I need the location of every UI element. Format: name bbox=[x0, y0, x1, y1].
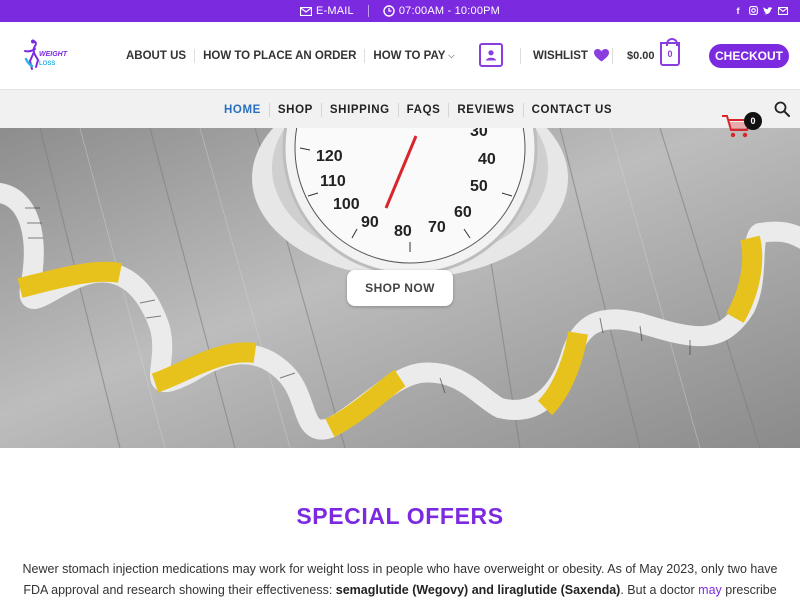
svg-text:120: 120 bbox=[316, 148, 343, 165]
nav-how-to-pay-label: HOW TO PAY bbox=[373, 50, 446, 62]
cart-count: 0 bbox=[667, 49, 673, 59]
site-logo[interactable]: WEIGHT LOSS bbox=[22, 39, 72, 73]
shop-now-button[interactable]: SHOP NOW bbox=[347, 270, 453, 306]
heart-icon bbox=[593, 49, 609, 62]
checkout-button[interactable]: CHECKOUT bbox=[709, 44, 789, 68]
svg-text:LOSS: LOSS bbox=[39, 61, 55, 67]
hours-label: 07:00AM - 10:00PM bbox=[398, 5, 501, 17]
cart-bag-icon[interactable]: 0 bbox=[660, 38, 680, 66]
nav-divider bbox=[268, 103, 270, 117]
main-nav: ABOUT US HOW TO PLACE AN ORDER HOW TO PA… bbox=[126, 49, 454, 63]
svg-text:60: 60 bbox=[454, 204, 472, 221]
header-divider bbox=[520, 48, 521, 64]
nav-faqs[interactable]: FAQS bbox=[407, 104, 441, 116]
offers-paragraph: Newer stomach injection medications may … bbox=[10, 559, 790, 600]
header-divider bbox=[612, 48, 613, 64]
clock-icon bbox=[383, 5, 395, 17]
envelope-icon bbox=[299, 6, 312, 16]
facebook-icon[interactable]: f bbox=[733, 5, 743, 16]
offers-link-may[interactable]: may bbox=[698, 583, 722, 597]
svg-text:90: 90 bbox=[361, 214, 379, 231]
svg-text:50: 50 bbox=[470, 178, 488, 195]
offers-drug-names: semaglutide (Wegovy) and liraglutide (Sa… bbox=[335, 583, 621, 597]
twitter-icon[interactable] bbox=[763, 5, 773, 16]
email-link[interactable]: E-MAIL bbox=[299, 5, 354, 17]
svg-text:70: 70 bbox=[428, 219, 446, 236]
user-icon bbox=[486, 50, 496, 61]
nav-divider bbox=[364, 49, 366, 63]
nav-divider bbox=[448, 103, 450, 117]
svg-text:40: 40 bbox=[478, 151, 496, 168]
cart-total[interactable]: $0.00 bbox=[627, 50, 655, 62]
top-bar: E-MAIL 07:00AM - 10:00PM f bbox=[0, 0, 800, 22]
opening-hours: 07:00AM - 10:00PM bbox=[383, 5, 500, 17]
svg-text:WEIGHT: WEIGHT bbox=[39, 51, 68, 58]
topbar-divider bbox=[367, 5, 369, 17]
wishlist-link[interactable]: WISHLIST bbox=[533, 49, 609, 62]
svg-text:110: 110 bbox=[320, 173, 346, 190]
nav-divider bbox=[397, 103, 399, 117]
nav-home[interactable]: HOME bbox=[224, 104, 261, 116]
nav-how-to-pay[interactable]: HOW TO PAY ⌵ bbox=[373, 50, 454, 62]
account-button[interactable] bbox=[479, 43, 503, 67]
nav-contact-us[interactable]: CONTACT US bbox=[532, 104, 613, 116]
nav-divider bbox=[320, 103, 322, 117]
mail-icon[interactable] bbox=[778, 5, 788, 16]
nav-divider bbox=[194, 49, 196, 63]
nav-reviews[interactable]: REVIEWS bbox=[457, 104, 514, 116]
svg-text:30: 30 bbox=[470, 128, 488, 140]
chevron-down-icon: ⌵ bbox=[448, 51, 455, 60]
logo-figure-icon: WEIGHT LOSS bbox=[24, 39, 68, 70]
nav-shipping[interactable]: SHIPPING bbox=[330, 104, 390, 116]
svg-text:80: 80 bbox=[394, 223, 412, 240]
email-label: E-MAIL bbox=[315, 5, 354, 17]
svg-text:100: 100 bbox=[333, 196, 360, 213]
nav-how-to-place-order[interactable]: HOW TO PLACE AN ORDER bbox=[203, 50, 356, 62]
search-icon[interactable] bbox=[774, 101, 790, 117]
special-offers-heading: SPECIAL OFFERS bbox=[296, 503, 504, 529]
nav-shop[interactable]: SHOP bbox=[278, 104, 313, 116]
secondary-nav: HOME SHOP SHIPPING FAQS REVIEWS CONTACT … bbox=[0, 89, 800, 128]
instagram-icon[interactable] bbox=[748, 5, 758, 16]
wishlist-label: WISHLIST bbox=[533, 49, 588, 62]
nav-divider bbox=[522, 103, 524, 117]
site-header: WEIGHT LOSS ABOUT US HOW TO PLACE AN ORD… bbox=[0, 22, 800, 89]
social-links: f bbox=[733, 5, 788, 16]
offers-text-2: . But a doctor bbox=[620, 583, 699, 597]
nav-about-us[interactable]: ABOUT US bbox=[126, 50, 186, 62]
floating-cart-count: 0 bbox=[744, 112, 762, 130]
